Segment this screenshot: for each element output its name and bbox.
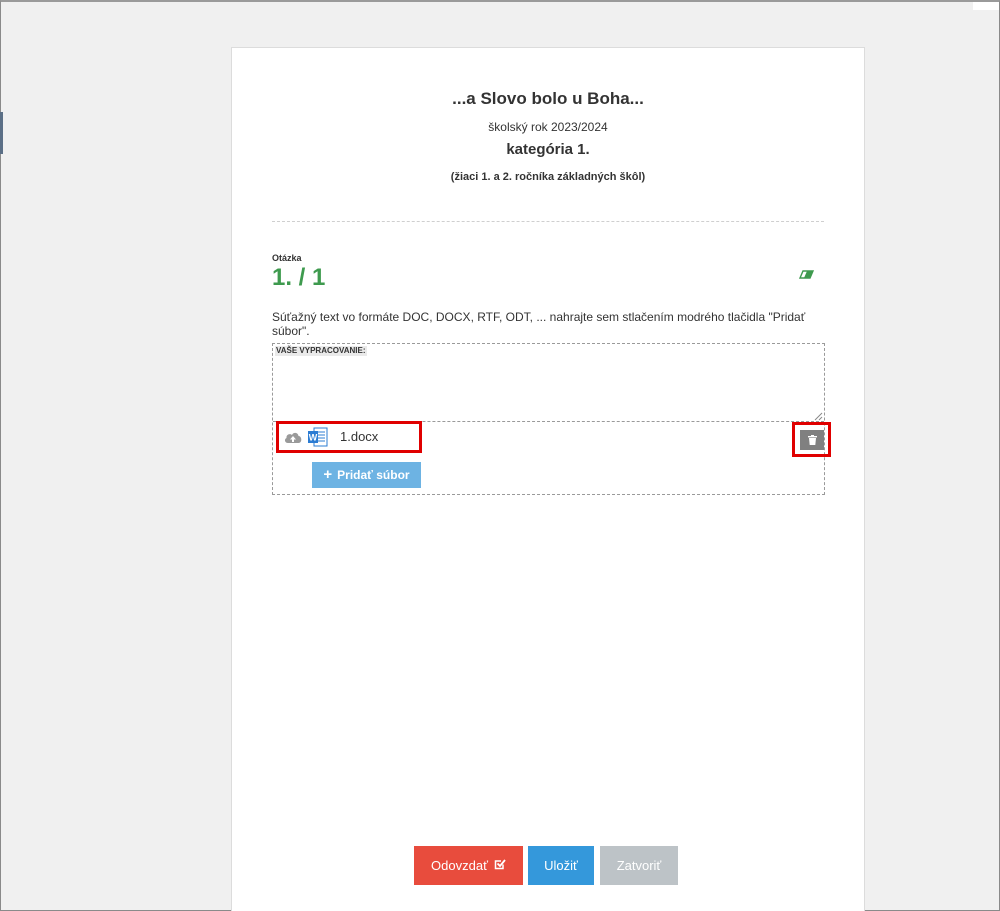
plus-icon: + <box>323 466 333 483</box>
eraser-icon[interactable] <box>798 268 816 282</box>
school-year: školský rok 2023/2024 <box>488 120 608 134</box>
header-divider <box>272 221 824 222</box>
trash-icon <box>807 433 817 448</box>
category-note: (žiaci 1. a 2. ročníka základných škôl) <box>450 171 646 183</box>
word-file-icon: W <box>307 427 328 447</box>
answer-box: VAŠE VYPRACOVANIE: W 1.docx + Pridať súb… <box>272 343 831 495</box>
cloud-upload-icon <box>283 431 303 444</box>
assignment-sheet: ...a Slovo bolo u Boha... školský rok 20… <box>231 47 865 911</box>
upload-instructions: Súťažný text vo formáte DOC, DOCX, RTF, … <box>272 310 806 338</box>
delete-file-highlight <box>792 422 831 457</box>
svg-text:W: W <box>309 433 318 443</box>
resize-handle-icon[interactable] <box>813 408 823 421</box>
close-button[interactable]: Zatvoriť <box>600 846 678 885</box>
save-button[interactable]: Uložiť <box>528 846 594 885</box>
submit-label: Odovzdať <box>431 858 488 873</box>
competition-title: ...a Slovo bolo u Boha... <box>452 89 644 108</box>
add-file-label: Pridať súbor <box>337 468 410 482</box>
category-title: kategória 1. <box>506 141 590 158</box>
answer-label: VAŠE VYPRACOVANIE: <box>275 346 367 356</box>
add-file-button[interactable]: + Pridať súbor <box>312 462 421 488</box>
background-window-corner <box>973 2 999 10</box>
uploaded-file-highlight: W 1.docx <box>276 421 422 453</box>
check-square-icon <box>494 858 506 873</box>
uploaded-file-name[interactable]: 1.docx <box>340 429 378 444</box>
background-window-edge <box>0 112 3 154</box>
question-number: 1. / 1 <box>272 264 326 291</box>
question-label: Otázka <box>272 253 302 263</box>
delete-file-button[interactable] <box>800 430 824 450</box>
submit-button[interactable]: Odovzdať <box>414 846 523 885</box>
